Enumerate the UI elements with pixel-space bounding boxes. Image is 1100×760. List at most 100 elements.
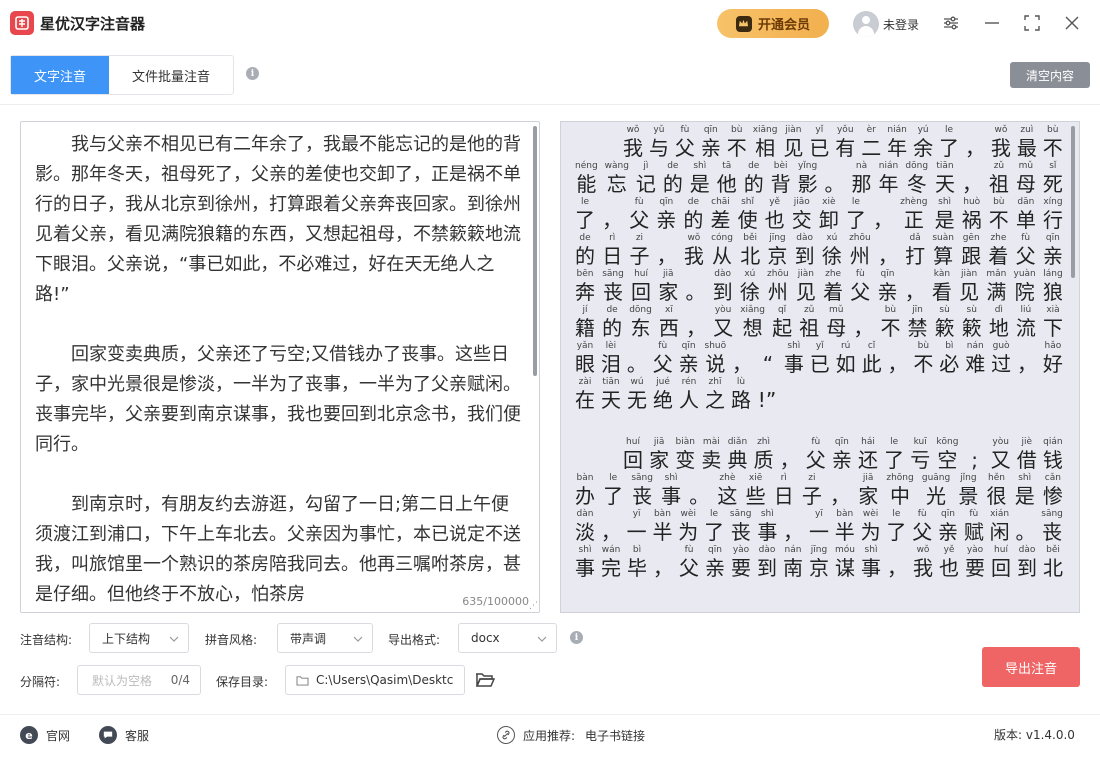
pinyin: yào xyxy=(966,545,984,555)
pinyin: fù xyxy=(684,545,694,555)
pinyin: qīn xyxy=(834,437,849,447)
ruby-char: zhī 之 xyxy=(705,376,725,412)
hanzi: 影 xyxy=(797,172,818,196)
preview-scrollbar[interactable] xyxy=(1071,126,1075,278)
pinyin: shǐ xyxy=(741,197,755,207)
ruby-char: 。 xyxy=(1015,508,1035,544)
hanzi: 东 xyxy=(630,316,651,340)
pinyin: yuàn xyxy=(1013,269,1036,279)
login-status[interactable]: 未登录 xyxy=(883,16,919,33)
ruby-char: běi 北 xyxy=(740,232,760,268)
pinyin: xiǎng xyxy=(740,305,765,315)
tab-text-annotation[interactable]: 文字注音 xyxy=(11,56,109,94)
info-icon[interactable]: i xyxy=(246,67,259,80)
hanzi: 他 xyxy=(716,172,737,196)
resize-grip-icon[interactable]: ⋰ xyxy=(529,601,538,611)
vip-button[interactable]: 开通会员 xyxy=(717,9,829,38)
clear-content-button[interactable]: 清空内容 xyxy=(1010,62,1090,88)
minimize-icon[interactable] xyxy=(979,10,1005,36)
hanzi: 眼 xyxy=(575,352,595,376)
folder-open-icon[interactable] xyxy=(474,669,496,691)
text-input-area[interactable]: 我与父亲不相见已有二年余了，我最不能忘记的是他的背影。那年冬天，祖母死了，父亲的… xyxy=(20,121,540,613)
ruby-char: le 了 xyxy=(884,436,904,472)
ruby-char: sù 簌 xyxy=(962,304,982,340)
pinyin: le xyxy=(851,197,860,207)
tab-batch-file-annotation[interactable]: 文件批量注音 xyxy=(109,56,233,94)
ruby-char: bèi 背 xyxy=(771,160,791,196)
close-icon[interactable] xyxy=(1059,10,1085,36)
pinyin: néng xyxy=(575,161,598,171)
pinyin: wǒ xyxy=(916,545,930,555)
ruby-char: biàn 变 xyxy=(675,436,695,472)
pinyin: yǐng xyxy=(797,161,818,171)
hanzi: 见 xyxy=(959,280,980,304)
pinyin: hěn xyxy=(988,473,1005,483)
hanzi: 记 xyxy=(635,172,656,196)
settings-sliders-icon[interactable] xyxy=(938,10,964,36)
hanzi: 母 xyxy=(1015,172,1036,196)
hanzi: 也 xyxy=(764,208,785,232)
ruby-char: shì 是 xyxy=(1015,472,1035,508)
editor-scrollbar[interactable] xyxy=(533,126,537,376)
ruby-char: qīn 亲 xyxy=(938,508,958,544)
pinyin: guāng xyxy=(921,473,951,483)
ruby-char: zhōng 中 xyxy=(886,472,913,508)
maximize-icon[interactable] xyxy=(1019,10,1045,36)
format-info-icon[interactable]: i xyxy=(570,631,583,644)
hanzi: 在 xyxy=(575,388,595,412)
ruby-char: bù 不 xyxy=(989,196,1009,232)
ruby-char: rì 日 xyxy=(774,472,794,508)
ruby-char: fù 父 xyxy=(912,508,932,544)
preview-line: de 的 rì 日 zi 子， wǒ 我 cóng 从 běi 北 jīng 京 dào 到 xú 徐 zhōu 州，… xyxy=(575,232,1063,268)
pinyin: jiàn xyxy=(797,269,814,279)
save-dir-label: 保存目录: xyxy=(216,675,269,689)
hanzi: 办 xyxy=(575,484,595,508)
pinyin: nián xyxy=(878,161,899,171)
pinyin: yī xyxy=(632,509,641,519)
hanzi: 已 xyxy=(809,136,830,160)
separator-input[interactable]: 默认为空格 0/4 xyxy=(77,665,201,695)
pinyin: xiè xyxy=(822,197,836,207)
ruby-char: huí 回 xyxy=(631,268,651,304)
save-dir-input[interactable]: C:\Users\Qasim\Desktc xyxy=(285,665,465,695)
pinyin: lèi xyxy=(605,341,617,351)
ruby-char: yǐ 已 xyxy=(809,124,829,160)
hanzi: 好 xyxy=(1042,352,1063,376)
editor-text[interactable]: 我与父亲不相见已有二年余了，我最不能忘记的是他的背影。那年冬天，祖母死了，父亲的… xyxy=(35,130,525,612)
ruby-char: xú 徐 xyxy=(822,232,842,268)
avatar[interactable] xyxy=(853,11,879,37)
ruby-char: hǎo 好 xyxy=(1043,340,1063,376)
ruby-char: le 了 xyxy=(939,124,959,160)
hanzi: !” xyxy=(757,388,777,412)
ruby-char: zǔ 祖 xyxy=(799,304,819,340)
ruby-char: qīn 亲 xyxy=(832,436,852,472)
pinyin: zhōu xyxy=(767,269,789,279)
pinyin: zhèng xyxy=(900,197,928,207)
hanzi: “ xyxy=(762,352,774,376)
hanzi: ， xyxy=(779,448,800,472)
pinyin: hái xyxy=(861,437,875,447)
pinyin: bèi xyxy=(773,161,788,171)
hanzi: 京 xyxy=(809,556,829,580)
ruby-char: ， xyxy=(602,196,622,232)
pinyin-style-select[interactable]: 带声调 xyxy=(277,623,373,653)
pinyin: dào xyxy=(796,233,813,243)
pinyin: jí xyxy=(582,305,588,315)
ebook-link[interactable]: 电子书链接 xyxy=(585,727,645,744)
hanzi: 与 xyxy=(648,136,669,160)
website-link[interactable]: e 官网 xyxy=(20,726,70,744)
hanzi: 一 xyxy=(626,520,647,544)
ruby-char: láng 狼 xyxy=(1043,268,1063,304)
export-button[interactable]: 导出注音 xyxy=(982,647,1080,687)
hanzi: 祸 xyxy=(961,208,982,232)
pinyin: rì xyxy=(780,473,787,483)
pinyin: dōng xyxy=(905,161,929,171)
pinyin: yī xyxy=(815,509,823,519)
pinyin: jiè xyxy=(1021,437,1033,447)
service-link[interactable]: 客服 xyxy=(99,726,149,744)
structure-select[interactable]: 上下结构 xyxy=(89,623,189,653)
ruby-char: wú 无 xyxy=(627,376,647,412)
hanzi: 中 xyxy=(890,484,911,508)
pinyin: mǔ xyxy=(829,305,844,315)
export-format-select[interactable]: docx xyxy=(458,623,557,653)
